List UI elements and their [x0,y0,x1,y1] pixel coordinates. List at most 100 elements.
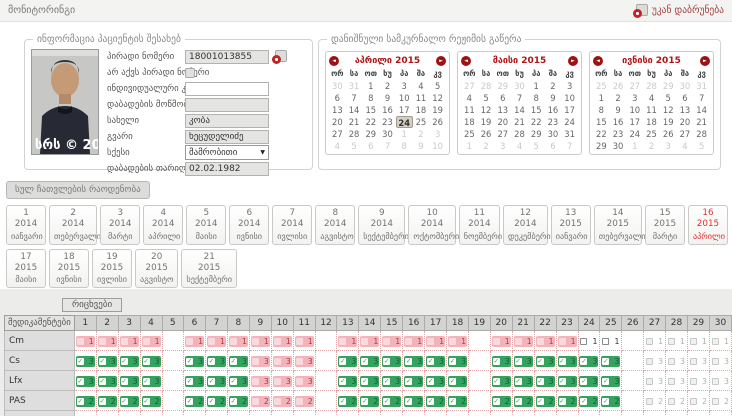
dose-cell[interactable]: ✓2 [337,391,359,411]
dose-cell[interactable]: ✓3 [140,371,162,391]
dose-cell[interactable]: ✓3 [403,351,425,371]
month-button[interactable]: 62014ივნისი [229,205,269,245]
dose-cell[interactable]: ✓2 [118,391,140,411]
dose-cell[interactable]: 1 [271,331,293,351]
calendar-day[interactable]: 29 [362,128,379,140]
dose-cell[interactable]: ✓3 [337,411,359,416]
calendar-day[interactable]: 9 [610,104,627,116]
calendar-day[interactable]: 19 [660,116,677,128]
dose-cell[interactable]: 3 [709,351,731,371]
dose-cell[interactable]: 3 [644,411,666,416]
calendar-day[interactable]: 16 [610,116,627,128]
dose-cell[interactable]: ✓2 [184,391,206,411]
dose-cell[interactable]: 1 [184,331,206,351]
dose-cell[interactable]: ✓3 [403,411,425,416]
calendar-day[interactable]: 29 [528,128,545,140]
month-button[interactable]: 152015მარტი [645,205,685,245]
dose-cell[interactable]: 3 [709,411,731,416]
calendar-day[interactable]: 4 [643,92,660,104]
dose-cell[interactable]: ✓3 [447,371,469,391]
calendar-day[interactable]: 10 [626,104,643,116]
dose-cell[interactable]: ✓2 [556,391,578,411]
dose-cell[interactable]: 1 [709,331,731,351]
dose-cell[interactable]: ✓3 [227,371,249,391]
dose-cell[interactable]: ✓3 [425,351,447,371]
calendar-day[interactable]: 17 [626,116,643,128]
month-button[interactable]: 192015ივლისი [92,249,132,289]
calendar-day[interactable]: 18 [643,116,660,128]
dose-cell[interactable]: ✓3 [578,351,600,371]
calendar-day[interactable]: 15 [528,104,545,116]
calendar-day[interactable]: 6 [677,92,694,104]
dose-cell[interactable]: ✓3 [118,411,140,416]
dose-cell[interactable]: ✓3 [556,411,578,416]
month-button[interactable]: 82014აგვისტო [315,205,355,245]
calendar-day[interactable]: 3 [626,92,643,104]
dose-cell[interactable]: ✓3 [140,351,162,371]
dose-cell[interactable]: ✓3 [206,351,228,371]
dose-cell[interactable]: 2 [293,391,315,411]
calendar-day[interactable]: 23 [545,116,562,128]
dose-cell[interactable]: ✓2 [74,391,96,411]
dose-cell[interactable]: ✓3 [184,371,206,391]
calendar-day[interactable]: 30 [379,128,396,140]
calendar-day[interactable]: 11 [461,104,478,116]
calendar-day[interactable]: 8 [362,92,379,104]
dose-cell[interactable]: 3 [644,351,666,371]
dose-cell[interactable]: ✓3 [118,351,140,371]
dose-cell[interactable]: 3 [644,371,666,391]
calendar-day[interactable]: 9 [545,92,562,104]
calendar-day[interactable]: 20 [494,116,511,128]
dose-cell[interactable]: 3 [271,411,293,416]
dose-cell[interactable]: ✓3 [578,411,600,416]
dose-cell[interactable]: ✓3 [512,351,534,371]
dose-cell[interactable]: 1 [140,331,162,351]
calendar-day[interactable]: 25 [461,128,478,140]
calendar-day[interactable]: 19 [478,116,495,128]
calendar-day[interactable]: 21 [693,116,710,128]
dose-cell[interactable]: ✓3 [206,371,228,391]
dose-cell[interactable]: ✓3 [359,411,381,416]
calendar-day[interactable]: 12 [478,104,495,116]
dose-cell[interactable]: 1 [337,331,359,351]
dose-cell[interactable]: 2 [249,391,271,411]
calendar-day[interactable]: 22 [593,128,610,140]
dose-cell[interactable]: 1 [381,331,403,351]
calendar-day[interactable]: 24 [561,116,578,128]
month-button[interactable]: 102014ოქტომბერი [408,205,455,245]
calendar-day[interactable]: 7 [511,92,528,104]
dose-cell[interactable]: 3 [687,371,709,391]
dose-cell[interactable]: ✓3 [534,351,556,371]
dose-cell[interactable]: 1 [403,331,425,351]
clear-personal-number-icon[interactable] [272,50,287,64]
month-button[interactable]: 212015სექტემბერი [181,249,237,289]
calendar-day[interactable]: 31 [561,128,578,140]
month-button[interactable]: 122014დეკემბერი [503,205,548,245]
calendar-day[interactable]: 28 [693,128,710,140]
dose-cell[interactable]: ✓3 [512,371,534,391]
dose-cell[interactable]: ✓3 [184,411,206,416]
calendar-day[interactable]: 12 [660,104,677,116]
dose-cell[interactable]: 3 [293,371,315,391]
dose-cell[interactable]: ✓2 [600,391,622,411]
calendar-day[interactable]: 7 [346,92,363,104]
dose-cell[interactable]: ✓3 [96,411,118,416]
dose-cell[interactable]: 3 [666,411,688,416]
dose-cell[interactable]: 1 [96,331,118,351]
first-name-input[interactable] [185,114,269,128]
calendar-day[interactable]: 1 [362,80,379,92]
dose-cell[interactable]: ✓3 [337,371,359,391]
dose-cell[interactable]: 1 [118,331,140,351]
dose-cell[interactable]: ✓3 [337,351,359,371]
dose-cell[interactable]: ✓3 [447,411,469,416]
dose-cell[interactable]: ✓3 [381,351,403,371]
month-button[interactable]: 112014ნოემბერი [459,205,500,245]
month-button[interactable]: 172015მაისი [6,249,46,289]
calendar-day[interactable]: 7 [693,92,710,104]
calendar-day[interactable]: 23 [379,116,396,128]
dose-cell[interactable]: ✓2 [140,391,162,411]
calendar-day[interactable]: 8 [528,92,545,104]
dose-cell[interactable]: ✓3 [534,411,556,416]
calendar-day[interactable]: 16 [545,104,562,116]
calendar-day[interactable]: 17 [396,104,413,116]
